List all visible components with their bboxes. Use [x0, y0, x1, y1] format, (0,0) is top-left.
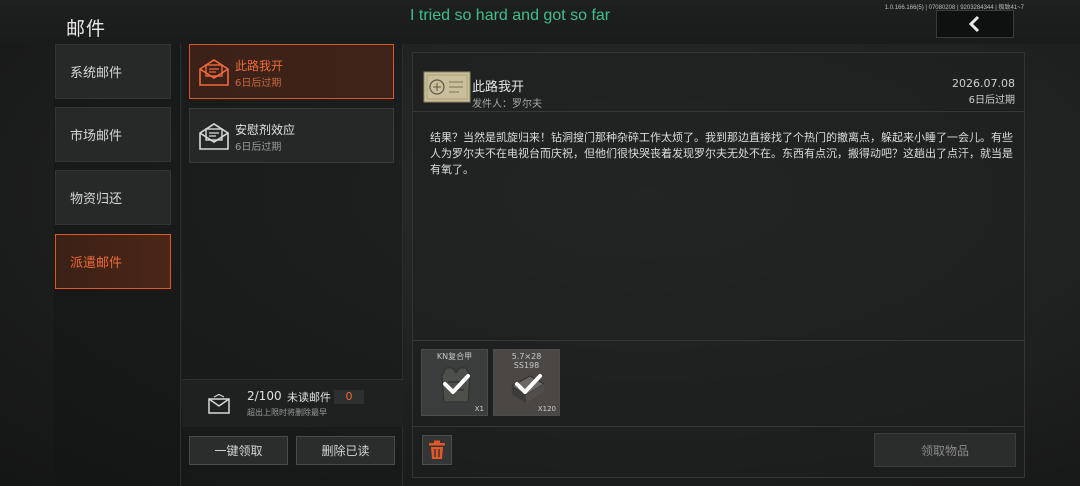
mail-list-item[interactable]: 此路我开 6日后过期: [189, 44, 394, 99]
category-dispatch-mail[interactable]: 派遣邮件: [55, 234, 171, 289]
mail-body: 结果？当然是凯旋归来！钻洞搜门那种杂碎工作太烦了。我到那边直接找了个热门的撤离点…: [430, 131, 1013, 176]
unread-label: 未读邮件: [287, 391, 331, 404]
attachment-qty: X120: [537, 405, 556, 413]
mail-count: 2/100: [247, 389, 282, 403]
mail-expiry: 6日后过期: [235, 78, 282, 89]
mail-expiry: 6日后过期: [235, 142, 282, 153]
attachment-item[interactable]: 5.7×28 SS198 X120: [493, 349, 560, 416]
claim-items-button[interactable]: 领取物品: [874, 433, 1016, 467]
mail-list-item[interactable]: 安慰剂效应 6日后过期: [189, 108, 394, 163]
claim-all-button[interactable]: 一键领取: [189, 436, 288, 465]
envelope-open-icon: [199, 123, 229, 150]
category-label: 派遣邮件: [70, 256, 123, 271]
trash-icon: [429, 440, 445, 459]
chevron-left-icon: [968, 15, 980, 33]
delete-read-button[interactable]: 删除已读: [296, 436, 395, 465]
detail-header: 此路我开 发件人：罗尔夫 2026.07.08 6日后过期: [412, 52, 1025, 112]
attachment-qty: X1: [474, 405, 484, 413]
lyric-overlay: I tried so hard and got so far: [410, 7, 611, 24]
category-system-mail[interactable]: 系统邮件: [55, 44, 171, 99]
mail-list-panel: 此路我开 6日后过期 安慰剂效应 6日后过期 2/100 未读邮件 0 超出上限…: [182, 44, 403, 486]
detail-expiry: 6日后过期: [968, 95, 1015, 106]
mail-detail-panel: 此路我开 发件人：罗尔夫 2026.07.08 6日后过期 结果？当然是凯旋归来…: [412, 44, 1025, 486]
divider: [412, 340, 1025, 341]
category-label: 物资归还: [70, 192, 123, 207]
unread-count: 0: [334, 390, 364, 404]
mail-count-summary: 2/100 未读邮件 0 超出上限时将删除最早: [182, 379, 403, 427]
category-supply-return[interactable]: 物资归还: [55, 170, 171, 225]
detail-sender: 发件人：罗尔夫: [472, 95, 542, 110]
category-market-mail[interactable]: 市场邮件: [55, 107, 171, 162]
mail-subject: 此路我开: [235, 59, 284, 73]
divider: [412, 426, 1025, 427]
delete-mail-button[interactable]: [422, 435, 452, 465]
ammo-box-icon: [511, 374, 545, 403]
detail-title: 此路我开: [472, 80, 525, 95]
back-button[interactable]: [936, 10, 1014, 38]
armor-vest-icon: [441, 367, 471, 403]
mail-subject: 安慰剂效应: [235, 123, 296, 137]
envelope-open-icon: [199, 59, 229, 86]
sender-label: 发件人：: [472, 99, 512, 110]
category-label: 系统邮件: [70, 66, 123, 81]
envelope-icon: [208, 394, 230, 414]
page-title: 邮件: [66, 18, 107, 40]
mail-limit-hint: 超出上限时将删除最早: [247, 408, 327, 417]
detail-date: 2026.07.08: [952, 77, 1015, 90]
category-sidebar: 系统邮件 市场邮件 物资归还 派遣邮件: [54, 44, 181, 486]
category-label: 市场邮件: [70, 129, 123, 144]
attachment-item[interactable]: KN复合甲 X1: [421, 349, 488, 416]
attachment-name: KN复合甲: [436, 352, 473, 361]
postcard-stamp-icon: [423, 71, 471, 103]
sender-name: 罗尔夫: [512, 99, 542, 110]
